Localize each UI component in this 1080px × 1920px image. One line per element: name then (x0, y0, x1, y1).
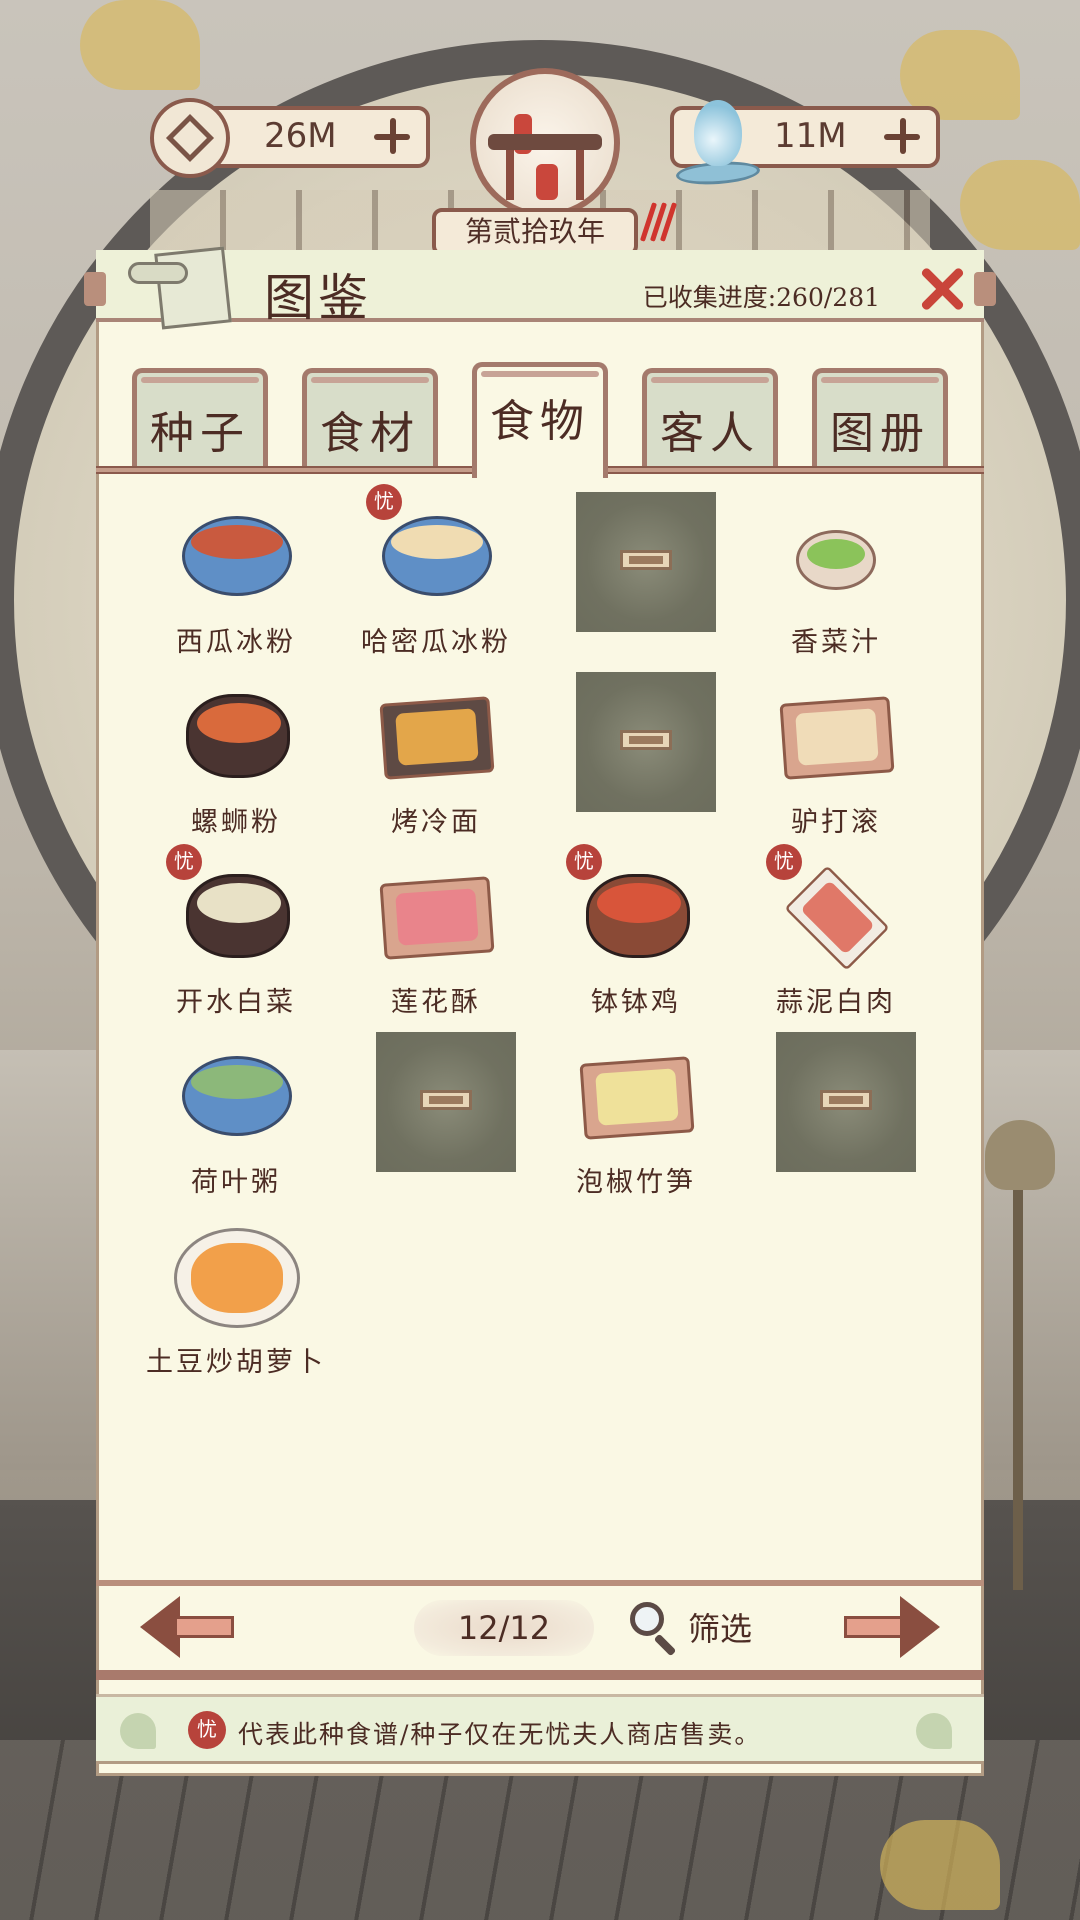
tab-label: 客人 (660, 408, 760, 459)
locked-tile (776, 1032, 916, 1172)
food-item-bobo-chicken[interactable]: 忧 钵钵鸡 (536, 844, 736, 1032)
food-name: 土豆炒胡萝卜 (146, 1347, 326, 1378)
filter-label: 筛选 (688, 1610, 753, 1648)
food-name: 哈密瓜冰粉 (361, 627, 511, 658)
scroll-rod-end (974, 272, 996, 306)
food-item-locked[interactable] (536, 672, 736, 852)
footer-divider (96, 1670, 984, 1680)
food-name: 蒜泥白肉 (776, 987, 896, 1018)
add-coins-button[interactable] (372, 116, 412, 156)
ginkgo-leaf-icon (960, 160, 1080, 250)
locked-box-icon (620, 730, 672, 750)
prev-page-button[interactable] (140, 1596, 236, 1658)
panel-header: 图鉴 已收集进度:260/281 (84, 246, 996, 330)
food-name: 开水白菜 (176, 987, 296, 1018)
lamp-pole (1013, 1190, 1023, 1590)
water-amount: 11M (774, 116, 847, 156)
locked-box-icon (420, 1090, 472, 1110)
tab-label: 种子 (150, 408, 250, 459)
year-badge: 第贰拾玖年 (432, 208, 638, 256)
collection-panel: 图鉴 已收集进度:260/281 种子 食材 食物 客人 图册 西瓜冰粉 忧 哈… (84, 246, 996, 1776)
panel-title: 图鉴 (264, 269, 372, 327)
food-name: 泡椒竹笋 (576, 1167, 696, 1198)
shop-only-badge: 忧 (366, 484, 402, 520)
close-icon[interactable] (918, 264, 966, 312)
pavilion-emblem-icon (470, 68, 620, 218)
food-item-locked[interactable] (536, 492, 736, 672)
food-name: 香菜汁 (791, 627, 881, 658)
food-item-locked[interactable] (736, 1032, 936, 1212)
food-item-boiled-cabbage[interactable]: 忧 开水白菜 (136, 844, 336, 1032)
arrow-right-icon (900, 1596, 940, 1658)
scroll-icon (118, 242, 238, 330)
food-item-grilled-cold-noodles[interactable]: 烤冷面 (336, 672, 536, 852)
food-item-potato-carrot[interactable]: 土豆炒胡萝卜 (136, 1212, 336, 1392)
food-item-luosifen[interactable]: 螺蛳粉 (136, 672, 336, 852)
food-item-lotus-pastry[interactable]: 莲花酥 (336, 852, 536, 1032)
locked-tile (576, 672, 716, 812)
tab-guests[interactable]: 客人 (642, 368, 778, 468)
shop-only-badge: 忧 (166, 844, 202, 880)
coin-icon (150, 98, 230, 178)
scroll-rod-end (84, 272, 106, 306)
water-drop-icon (675, 92, 761, 188)
shop-only-badge: 忧 (766, 844, 802, 880)
shop-only-badge: 忧 (566, 844, 602, 880)
locked-tile (376, 1032, 516, 1172)
food-item-lvdagun[interactable]: 驴打滚 (736, 672, 936, 852)
locked-box-icon (820, 1090, 872, 1110)
shop-only-badge: 忧 (188, 1711, 226, 1749)
ginkgo-leaf-icon (120, 1713, 156, 1749)
ginkgo-leaf-icon (880, 1820, 1000, 1910)
food-item-lotus-leaf-porridge[interactable]: 荷叶粥 (136, 1032, 336, 1212)
locked-box-icon (620, 550, 672, 570)
lotus-lamp-icon (985, 1120, 1055, 1190)
tab-label: 图册 (830, 408, 930, 459)
tab-ingredients[interactable]: 食材 (302, 368, 438, 468)
food-name: 螺蛳粉 (191, 807, 281, 838)
food-name: 钵钵鸡 (591, 987, 681, 1018)
food-item-garlic-pork[interactable]: 忧 蒜泥白肉 (736, 844, 936, 1032)
legend-note: 代表此种食谱/种子仅在无忧夫人商店售卖。 (238, 1720, 762, 1749)
tab-food[interactable]: 食物 (472, 362, 608, 478)
food-name: 莲花酥 (391, 987, 481, 1018)
footer-divider (96, 1580, 984, 1586)
food-item-pickled-bamboo[interactable]: 泡椒竹笋 (536, 1032, 736, 1212)
food-name: 驴打滚 (791, 807, 881, 838)
food-item-watermelon-jelly[interactable]: 西瓜冰粉 (136, 492, 336, 672)
food-item-coriander-juice[interactable]: 香菜汁 (736, 492, 936, 672)
magnifier-icon (630, 1602, 664, 1636)
ginkgo-leaf-icon (916, 1713, 952, 1749)
add-water-button[interactable] (882, 116, 922, 156)
collection-progress: 已收集进度:260/281 (642, 283, 880, 312)
next-page-button[interactable] (844, 1596, 940, 1658)
tab-seeds[interactable]: 种子 (132, 368, 268, 468)
legend-note-bar: 忧 代表此种食谱/种子仅在无忧夫人商店售卖。 (96, 1694, 984, 1764)
food-name: 烤冷面 (391, 807, 481, 838)
food-name: 西瓜冰粉 (176, 627, 296, 658)
locked-tile (576, 492, 716, 632)
page-indicator: 12/12 (414, 1600, 594, 1656)
coin-amount: 26M (264, 116, 337, 156)
tab-label: 食材 (320, 408, 420, 459)
ginkgo-leaf-icon (80, 0, 200, 90)
tab-album[interactable]: 图册 (812, 368, 948, 468)
food-name: 荷叶粥 (191, 1167, 281, 1198)
tab-label: 食物 (490, 396, 590, 447)
food-item-hami-melon-jelly[interactable]: 忧 哈密瓜冰粉 (336, 484, 536, 672)
food-item-locked[interactable] (336, 1032, 536, 1212)
alert-marks-icon (639, 202, 678, 250)
